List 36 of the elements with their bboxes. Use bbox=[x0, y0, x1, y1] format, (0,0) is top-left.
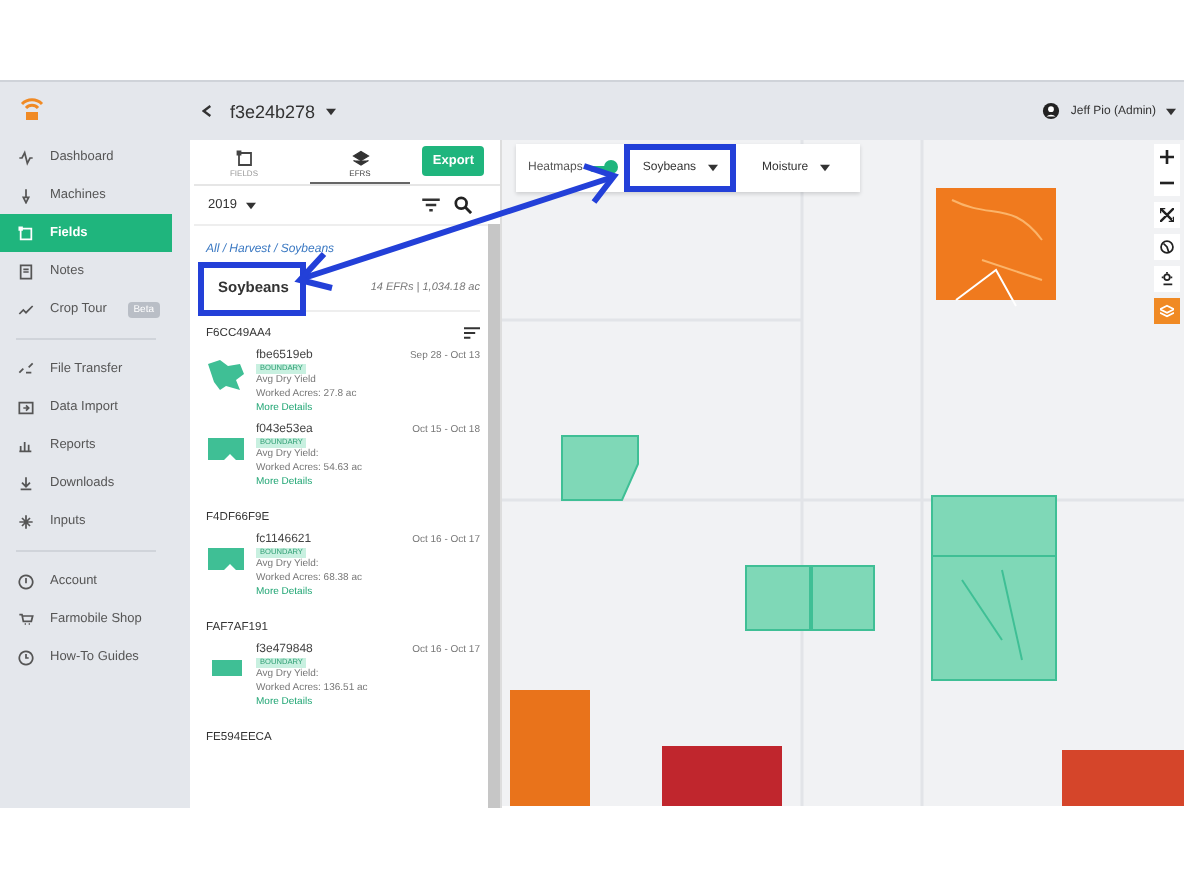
field-shape-icon bbox=[206, 542, 246, 574]
zoom-out-icon[interactable] bbox=[1160, 176, 1174, 190]
sort-icon[interactable] bbox=[464, 326, 480, 340]
trend-icon bbox=[18, 301, 34, 317]
sun-icon bbox=[1160, 272, 1174, 286]
pulse-icon bbox=[18, 149, 34, 165]
transfer-icon bbox=[18, 361, 34, 377]
import-icon bbox=[18, 399, 34, 415]
sparkle-icon bbox=[18, 513, 34, 529]
filter-icon[interactable] bbox=[422, 198, 440, 212]
fullscreen-button[interactable] bbox=[1154, 202, 1180, 228]
cart-icon bbox=[18, 611, 34, 627]
field-title[interactable]: f3e24b278 bbox=[230, 101, 316, 121]
download-icon bbox=[18, 475, 34, 491]
scrollbar[interactable] bbox=[488, 224, 500, 808]
heatmaps-toggle[interactable] bbox=[590, 165, 617, 171]
caret-icon[interactable] bbox=[1166, 107, 1176, 115]
frame-icon bbox=[235, 150, 253, 168]
field-shape-icon bbox=[206, 358, 246, 390]
bar-chart-icon bbox=[18, 437, 34, 453]
back-icon[interactable] bbox=[202, 104, 212, 118]
weather-button[interactable] bbox=[1154, 266, 1180, 292]
expand-icon bbox=[1160, 208, 1174, 222]
caret-icon bbox=[246, 201, 257, 209]
zoom-in-icon[interactable] bbox=[1160, 150, 1174, 164]
frame-icon bbox=[18, 225, 34, 241]
caret-icon[interactable] bbox=[325, 107, 336, 115]
logo-icon bbox=[20, 94, 44, 122]
caret-icon bbox=[708, 164, 719, 172]
note-icon bbox=[18, 263, 34, 279]
caret-icon bbox=[820, 164, 831, 172]
globe-button[interactable] bbox=[1154, 234, 1180, 260]
search-icon[interactable] bbox=[454, 196, 472, 214]
layers-icon bbox=[1160, 304, 1174, 318]
layers-icon bbox=[351, 150, 369, 168]
field-shape-icon bbox=[206, 432, 246, 464]
